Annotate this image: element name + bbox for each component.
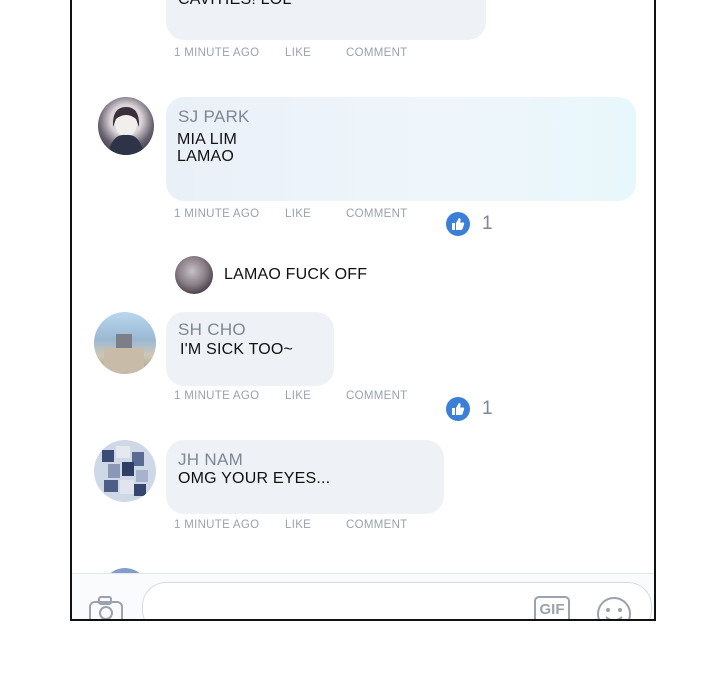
commenter-name[interactable]: SJ PARK xyxy=(178,107,250,127)
avatar[interactable] xyxy=(94,440,156,502)
thumbs-up-icon xyxy=(446,212,470,236)
comment-link[interactable]: COMMENT xyxy=(346,208,408,220)
avatar[interactable] xyxy=(94,312,156,374)
like-count: 1 xyxy=(482,398,493,419)
comment-composer: GIF xyxy=(72,573,654,619)
commenter-name[interactable]: JH NAM xyxy=(178,450,243,470)
comment-link[interactable]: COMMENT xyxy=(346,47,408,59)
like-link[interactable]: LIKE xyxy=(285,519,311,531)
comment-time: 1 MINUTE AGO xyxy=(174,519,260,531)
comment-time: 1 MINUTE AGO xyxy=(174,47,260,59)
gif-icon[interactable]: GIF xyxy=(534,596,570,619)
commenter-name[interactable]: SH CHO xyxy=(178,320,246,340)
comment-text: OMG YOUR EYES... xyxy=(178,470,331,487)
thumbs-up-icon xyxy=(446,397,470,421)
like-link[interactable]: LIKE xyxy=(285,390,311,402)
like-count-badge[interactable]: 1 xyxy=(446,212,493,236)
like-link[interactable]: LIKE xyxy=(285,47,311,59)
comment-thread: CAVITIES! LOL 1 MINUTE AGO LIKE COMMENT … xyxy=(70,0,656,621)
comment-text-line: MIA LIM xyxy=(177,131,238,148)
reply-text: LAMAO FUCK OFF xyxy=(224,266,368,283)
avatar[interactable] xyxy=(98,97,154,155)
emoji-icon[interactable] xyxy=(596,596,632,619)
reply-avatar[interactable] xyxy=(175,256,213,294)
like-count: 1 xyxy=(482,213,493,234)
comment-text: I'M SICK TOO~ xyxy=(180,341,294,358)
comment-text: CAVITIES! LOL xyxy=(178,0,291,8)
comment-link[interactable]: COMMENT xyxy=(346,519,408,531)
comment-input[interactable] xyxy=(142,582,652,619)
comment-time: 1 MINUTE AGO xyxy=(174,208,260,220)
like-count-badge[interactable]: 1 xyxy=(446,397,493,421)
like-link[interactable]: LIKE xyxy=(285,208,311,220)
comment-time: 1 MINUTE AGO xyxy=(174,390,260,402)
camera-icon[interactable] xyxy=(88,596,124,619)
comment-text-line: LAMAO xyxy=(177,148,235,165)
comment-link[interactable]: COMMENT xyxy=(346,390,408,402)
